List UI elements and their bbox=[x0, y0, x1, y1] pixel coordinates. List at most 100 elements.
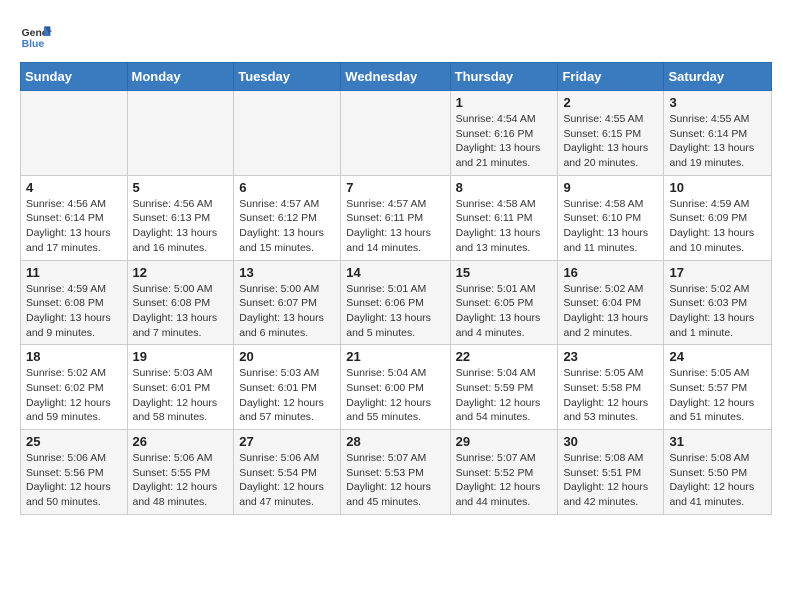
day-info: Sunrise: 4:59 AM Sunset: 6:09 PM Dayligh… bbox=[669, 197, 766, 256]
calendar-body: 1 Sunrise: 4:54 AM Sunset: 6:16 PM Daylig… bbox=[21, 91, 772, 515]
day-info: Sunrise: 5:01 AM Sunset: 6:06 PM Dayligh… bbox=[346, 282, 444, 341]
day-number: 1 bbox=[456, 95, 553, 110]
calendar-cell: 1 Sunrise: 4:54 AM Sunset: 6:16 PM Daylig… bbox=[450, 91, 558, 176]
calendar-week-1: 1 Sunrise: 4:54 AM Sunset: 6:16 PM Daylig… bbox=[21, 91, 772, 176]
calendar-table: SundayMondayTuesdayWednesdayThursdayFrid… bbox=[20, 62, 772, 515]
calendar-week-5: 25Sunrise: 5:06 AM Sunset: 5:56 PM Dayli… bbox=[21, 430, 772, 515]
day-info: Sunrise: 5:02 AM Sunset: 6:02 PM Dayligh… bbox=[26, 366, 122, 425]
day-info: Sunrise: 4:56 AM Sunset: 6:14 PM Dayligh… bbox=[26, 197, 122, 256]
day-number: 7 bbox=[346, 180, 444, 195]
calendar-cell: 22 Sunrise: 5:04 AM Sunset: 5:59 PM Dayli… bbox=[450, 345, 558, 430]
calendar-cell: 25Sunrise: 5:06 AM Sunset: 5:56 PM Dayli… bbox=[21, 430, 128, 515]
day-number: 23 bbox=[563, 349, 658, 364]
calendar-cell: 27 Sunrise: 5:06 AM Sunset: 5:54 PM Dayli… bbox=[234, 430, 341, 515]
day-info: Sunrise: 5:06 AM Sunset: 5:54 PM Dayligh… bbox=[239, 451, 335, 510]
weekday-header-friday: Friday bbox=[558, 63, 664, 91]
day-number: 22 bbox=[456, 349, 553, 364]
calendar-cell: 5 Sunrise: 4:56 AM Sunset: 6:13 PM Daylig… bbox=[127, 175, 234, 260]
day-info: Sunrise: 5:08 AM Sunset: 5:50 PM Dayligh… bbox=[669, 451, 766, 510]
day-info: Sunrise: 5:04 AM Sunset: 6:00 PM Dayligh… bbox=[346, 366, 444, 425]
calendar-cell: 10 Sunrise: 4:59 AM Sunset: 6:09 PM Dayli… bbox=[664, 175, 772, 260]
day-info: Sunrise: 5:01 AM Sunset: 6:05 PM Dayligh… bbox=[456, 282, 553, 341]
calendar-cell: 29 Sunrise: 5:07 AM Sunset: 5:52 PM Dayli… bbox=[450, 430, 558, 515]
day-info: Sunrise: 4:57 AM Sunset: 6:12 PM Dayligh… bbox=[239, 197, 335, 256]
calendar-cell: 3 Sunrise: 4:55 AM Sunset: 6:14 PM Daylig… bbox=[664, 91, 772, 176]
calendar-cell: 16 Sunrise: 5:02 AM Sunset: 6:04 PM Dayli… bbox=[558, 260, 664, 345]
day-info: Sunrise: 5:07 AM Sunset: 5:52 PM Dayligh… bbox=[456, 451, 553, 510]
day-info: Sunrise: 5:05 AM Sunset: 5:58 PM Dayligh… bbox=[563, 366, 658, 425]
day-info: Sunrise: 4:58 AM Sunset: 6:11 PM Dayligh… bbox=[456, 197, 553, 256]
day-info: Sunrise: 5:08 AM Sunset: 5:51 PM Dayligh… bbox=[563, 451, 658, 510]
logo-icon: General Blue bbox=[20, 20, 52, 52]
calendar-cell: 4 Sunrise: 4:56 AM Sunset: 6:14 PM Daylig… bbox=[21, 175, 128, 260]
day-number: 15 bbox=[456, 265, 553, 280]
day-number: 4 bbox=[26, 180, 122, 195]
day-number: 14 bbox=[346, 265, 444, 280]
calendar-cell: 31Sunrise: 5:08 AM Sunset: 5:50 PM Dayli… bbox=[664, 430, 772, 515]
day-number: 3 bbox=[669, 95, 766, 110]
calendar-cell bbox=[21, 91, 128, 176]
day-info: Sunrise: 5:02 AM Sunset: 6:04 PM Dayligh… bbox=[563, 282, 658, 341]
calendar-cell: 15 Sunrise: 5:01 AM Sunset: 6:05 PM Dayli… bbox=[450, 260, 558, 345]
day-number: 19 bbox=[133, 349, 229, 364]
calendar-header: SundayMondayTuesdayWednesdayThursdayFrid… bbox=[21, 63, 772, 91]
page-header: General Blue bbox=[20, 20, 772, 52]
weekday-header-monday: Monday bbox=[127, 63, 234, 91]
day-info: Sunrise: 5:00 AM Sunset: 6:07 PM Dayligh… bbox=[239, 282, 335, 341]
day-number: 11 bbox=[26, 265, 122, 280]
day-info: Sunrise: 5:04 AM Sunset: 5:59 PM Dayligh… bbox=[456, 366, 553, 425]
day-info: Sunrise: 4:57 AM Sunset: 6:11 PM Dayligh… bbox=[346, 197, 444, 256]
day-number: 12 bbox=[133, 265, 229, 280]
day-info: Sunrise: 4:55 AM Sunset: 6:14 PM Dayligh… bbox=[669, 112, 766, 171]
day-info: Sunrise: 5:06 AM Sunset: 5:55 PM Dayligh… bbox=[133, 451, 229, 510]
calendar-week-3: 11 Sunrise: 4:59 AM Sunset: 6:08 PM Dayli… bbox=[21, 260, 772, 345]
day-info: Sunrise: 4:58 AM Sunset: 6:10 PM Dayligh… bbox=[563, 197, 658, 256]
calendar-cell: 21 Sunrise: 5:04 AM Sunset: 6:00 PM Dayli… bbox=[341, 345, 450, 430]
day-info: Sunrise: 4:55 AM Sunset: 6:15 PM Dayligh… bbox=[563, 112, 658, 171]
day-number: 20 bbox=[239, 349, 335, 364]
day-number: 10 bbox=[669, 180, 766, 195]
day-number: 16 bbox=[563, 265, 658, 280]
day-number: 13 bbox=[239, 265, 335, 280]
weekday-header-sunday: Sunday bbox=[21, 63, 128, 91]
weekday-header-saturday: Saturday bbox=[664, 63, 772, 91]
svg-text:Blue: Blue bbox=[22, 39, 45, 50]
calendar-cell: 24 Sunrise: 5:05 AM Sunset: 5:57 PM Dayli… bbox=[664, 345, 772, 430]
day-info: Sunrise: 4:59 AM Sunset: 6:08 PM Dayligh… bbox=[26, 282, 122, 341]
calendar-cell: 7 Sunrise: 4:57 AM Sunset: 6:11 PM Daylig… bbox=[341, 175, 450, 260]
day-info: Sunrise: 4:54 AM Sunset: 6:16 PM Dayligh… bbox=[456, 112, 553, 171]
day-info: Sunrise: 5:05 AM Sunset: 5:57 PM Dayligh… bbox=[669, 366, 766, 425]
calendar-week-2: 4 Sunrise: 4:56 AM Sunset: 6:14 PM Daylig… bbox=[21, 175, 772, 260]
calendar-cell: 13 Sunrise: 5:00 AM Sunset: 6:07 PM Dayli… bbox=[234, 260, 341, 345]
calendar-cell: 23 Sunrise: 5:05 AM Sunset: 5:58 PM Dayli… bbox=[558, 345, 664, 430]
day-number: 27 bbox=[239, 434, 335, 449]
calendar-cell: 8Sunrise: 4:58 AM Sunset: 6:11 PM Daylig… bbox=[450, 175, 558, 260]
day-number: 24 bbox=[669, 349, 766, 364]
day-info: Sunrise: 5:02 AM Sunset: 6:03 PM Dayligh… bbox=[669, 282, 766, 341]
day-info: Sunrise: 4:56 AM Sunset: 6:13 PM Dayligh… bbox=[133, 197, 229, 256]
weekday-row: SundayMondayTuesdayWednesdayThursdayFrid… bbox=[21, 63, 772, 91]
calendar-cell bbox=[127, 91, 234, 176]
day-info: Sunrise: 5:06 AM Sunset: 5:56 PM Dayligh… bbox=[26, 451, 122, 510]
calendar-cell: 12 Sunrise: 5:00 AM Sunset: 6:08 PM Dayli… bbox=[127, 260, 234, 345]
calendar-cell bbox=[341, 91, 450, 176]
calendar-cell: 30Sunrise: 5:08 AM Sunset: 5:51 PM Dayli… bbox=[558, 430, 664, 515]
calendar-cell bbox=[234, 91, 341, 176]
day-number: 18 bbox=[26, 349, 122, 364]
day-info: Sunrise: 5:07 AM Sunset: 5:53 PM Dayligh… bbox=[346, 451, 444, 510]
calendar-cell: 6 Sunrise: 4:57 AM Sunset: 6:12 PM Daylig… bbox=[234, 175, 341, 260]
day-info: Sunrise: 5:00 AM Sunset: 6:08 PM Dayligh… bbox=[133, 282, 229, 341]
day-number: 21 bbox=[346, 349, 444, 364]
day-number: 28 bbox=[346, 434, 444, 449]
weekday-header-tuesday: Tuesday bbox=[234, 63, 341, 91]
day-number: 6 bbox=[239, 180, 335, 195]
day-number: 5 bbox=[133, 180, 229, 195]
day-number: 17 bbox=[669, 265, 766, 280]
calendar-cell: 26Sunrise: 5:06 AM Sunset: 5:55 PM Dayli… bbox=[127, 430, 234, 515]
calendar-cell: 28 Sunrise: 5:07 AM Sunset: 5:53 PM Dayli… bbox=[341, 430, 450, 515]
day-number: 9 bbox=[563, 180, 658, 195]
day-info: Sunrise: 5:03 AM Sunset: 6:01 PM Dayligh… bbox=[133, 366, 229, 425]
calendar-cell: 18 Sunrise: 5:02 AM Sunset: 6:02 PM Dayli… bbox=[21, 345, 128, 430]
weekday-header-wednesday: Wednesday bbox=[341, 63, 450, 91]
day-number: 29 bbox=[456, 434, 553, 449]
